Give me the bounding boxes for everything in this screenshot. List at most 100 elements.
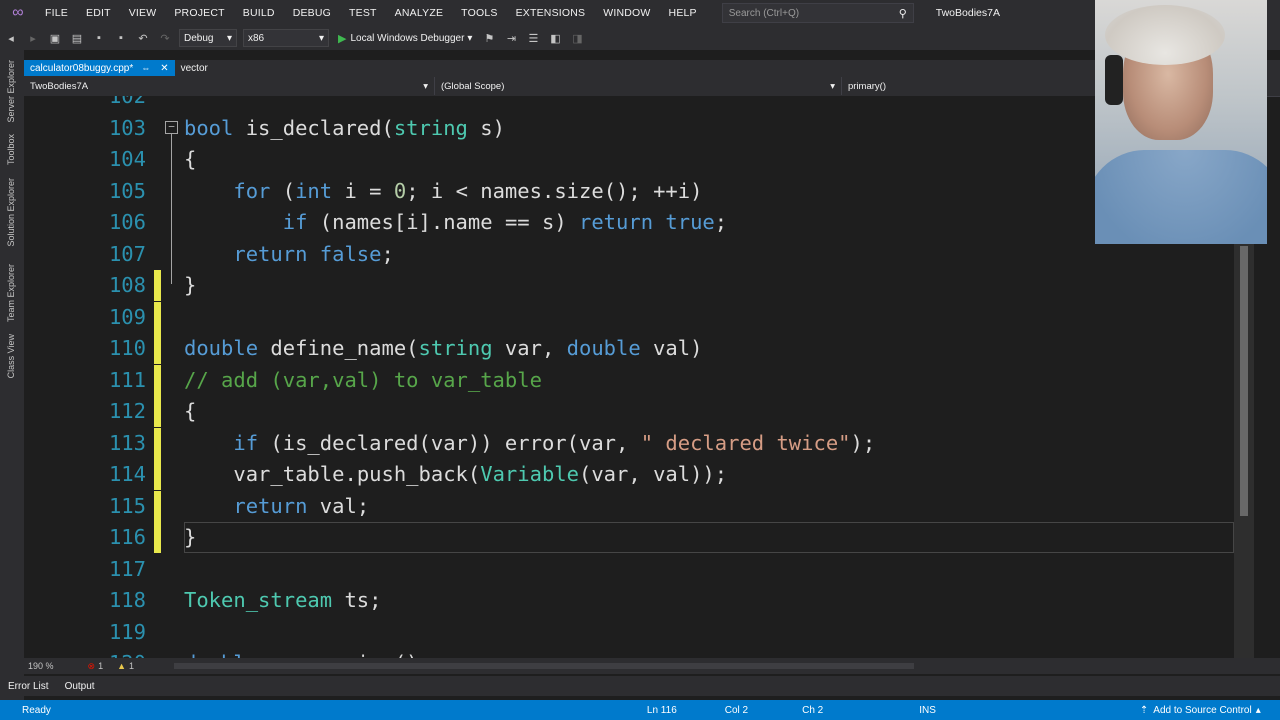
code-line[interactable]: 106 if (names[i].name == s) return true;: [24, 207, 1234, 238]
code-line[interactable]: 110 double define_name(string var, double…: [24, 333, 1234, 364]
toolbox-tab[interactable]: Toolbox: [6, 134, 16, 165]
start-debugging-button[interactable]: ▶ Local Windows Debugger ▾: [338, 32, 472, 45]
project-dropdown[interactable]: TwoBodies7A ▾: [24, 77, 435, 95]
menu-debug[interactable]: DEBUG: [284, 7, 340, 19]
bottom-panel-tabs: Error List Output: [0, 676, 1280, 696]
warning-icon: ▲: [117, 661, 127, 671]
zoom-level[interactable]: 190 %: [28, 661, 54, 671]
code-line[interactable]: 103− bool is_declared(string s): [24, 113, 1234, 144]
menu-window[interactable]: WINDOW: [594, 7, 659, 19]
scrollbar-thumb[interactable]: [1240, 246, 1248, 516]
tab-error-list[interactable]: Error List: [0, 681, 57, 692]
pin-icon[interactable]: ⇔: [141, 63, 150, 73]
line-number: 103: [108, 115, 146, 140]
diagnostic-tools-icon[interactable]: ⚑: [478, 28, 500, 48]
horizontal-scrollbar[interactable]: [174, 663, 915, 669]
headset-icon: [1105, 55, 1123, 105]
navigate-forward-icon[interactable]: ▸: [22, 28, 44, 48]
align-icon[interactable]: ☰: [522, 28, 544, 48]
code-line[interactable]: 108}: [24, 270, 1234, 301]
solution-platform-select[interactable]: x86 ▾: [243, 29, 329, 47]
code-line[interactable]: 113 if (is_declared(var)) error(var, " d…: [24, 427, 1234, 459]
line-number: 105: [108, 178, 146, 203]
tab-vector[interactable]: vector: [175, 60, 214, 76]
menu-test[interactable]: TEST: [340, 7, 386, 19]
add-to-source-control-button[interactable]: Add to Source Control: [1153, 705, 1251, 716]
presenter-hair: [1105, 5, 1225, 65]
code-text: }: [184, 525, 197, 549]
code-line[interactable]: 119: [24, 617, 1234, 648]
menu-edit[interactable]: EDIT: [77, 7, 120, 19]
menu-file[interactable]: FILE: [36, 7, 77, 19]
change-marker: [154, 396, 161, 427]
member-value: primary(): [848, 80, 886, 92]
scope-dropdown[interactable]: (Global Scope) ▾: [435, 77, 842, 95]
menu-analyze[interactable]: ANALYZE: [386, 7, 452, 19]
menu-project[interactable]: PROJECT: [165, 7, 233, 19]
code-line[interactable]: 116}: [24, 522, 1234, 553]
server-explorer-tab[interactable]: Server Explorer: [6, 60, 16, 123]
standard-toolbar: ◂ ▸ ▣ ▤ ▪ ▪ ↶ ↷ Debug ▾ x86 ▾ ▶ Local Wi…: [0, 26, 1280, 50]
close-icon[interactable]: ✕: [160, 63, 168, 74]
menu-build[interactable]: BUILD: [234, 7, 284, 19]
code-line[interactable]: 118 Token_stream ts;: [24, 585, 1234, 616]
new-project-icon[interactable]: ▣: [44, 28, 66, 48]
platform-value: x86: [248, 32, 265, 44]
change-marker: [154, 522, 161, 553]
navigate-back-icon[interactable]: ◂: [0, 28, 22, 48]
undo-icon[interactable]: ↶: [132, 28, 154, 48]
quick-launch-search[interactable]: Search (Ctrl+Q) ⚲: [721, 3, 914, 23]
solution-configuration-select[interactable]: Debug ▾: [179, 29, 237, 47]
code-line[interactable]: 111 // add (var,val) to var_table: [24, 364, 1234, 396]
code-text: bool is_declared(string s): [184, 115, 505, 140]
status-col: Col 2: [724, 704, 749, 716]
error-count[interactable]: 1: [98, 661, 103, 671]
code-text: {: [184, 147, 197, 171]
tab-label: vector: [180, 62, 208, 74]
code-line[interactable]: 112 {: [24, 396, 1234, 427]
chevron-down-icon: ▾: [318, 32, 324, 44]
open-file-icon[interactable]: ▤: [66, 28, 88, 48]
line-number: 102: [108, 96, 146, 108]
menu-tools[interactable]: TOOLS: [452, 7, 506, 19]
bookmark-icon[interactable]: ◧: [544, 28, 566, 48]
code-line[interactable]: 114 var_table.push_back(Variable(var, va…: [24, 459, 1234, 490]
team-explorer-tab[interactable]: Team Explorer: [6, 264, 16, 322]
save-all-icon[interactable]: ▪: [110, 28, 132, 48]
line-number: 119: [108, 619, 146, 644]
solution-explorer-tab[interactable]: Solution Explorer: [6, 178, 16, 247]
tab-output[interactable]: Output: [57, 681, 103, 692]
code-line[interactable]: 104 {: [24, 144, 1234, 175]
chevron-down-icon: ▾: [423, 80, 428, 92]
menu-extensions[interactable]: EXTENSIONS: [507, 7, 595, 19]
change-marker: [154, 364, 161, 396]
code-line[interactable]: 109: [24, 301, 1234, 333]
code-line[interactable]: 107 return false;: [24, 239, 1234, 270]
webcam-overlay: [1095, 0, 1267, 244]
code-editor[interactable]: 102 103− bool is_declared(string s) 104 {105…: [24, 96, 1234, 658]
run-label: Local Windows Debugger: [350, 32, 465, 44]
tab-calculator08buggy[interactable]: calculator08buggy.cpp* ⇔ ✕: [24, 60, 175, 76]
class-view-tab[interactable]: Class View: [6, 334, 16, 378]
warning-count[interactable]: 1: [129, 661, 134, 671]
redo-icon[interactable]: ↷: [154, 28, 176, 48]
save-icon[interactable]: ▪: [88, 28, 110, 48]
code-line[interactable]: 102: [24, 96, 1234, 112]
line-number: 115: [108, 493, 146, 518]
editor-bottom-bar: 190 % ⊗ 1 ▲ 1: [24, 658, 1280, 674]
code-line[interactable]: 117: [24, 554, 1234, 585]
bookmark-next-icon[interactable]: ◨: [566, 28, 588, 48]
menu-help[interactable]: HELP: [660, 7, 706, 19]
code-text: double define_name(string var, double va…: [184, 336, 703, 360]
chevron-up-icon: ▴: [1255, 704, 1261, 716]
code-line[interactable]: 120 double expression();: [24, 648, 1234, 658]
menu-view[interactable]: VIEW: [120, 7, 166, 19]
code-text: for (int i = 0; i < names.size(); ++i): [233, 178, 703, 203]
code-line[interactable]: 105 for (int i = 0; i < names.size(); ++…: [24, 176, 1234, 207]
code-line[interactable]: 115 return val;: [24, 490, 1234, 522]
code-text: if (is_declared(var)) error(var, " decla…: [233, 430, 876, 455]
status-ch: Ch 2: [802, 704, 824, 716]
step-icon[interactable]: ⇥: [500, 28, 522, 48]
line-number: 116: [108, 525, 146, 549]
status-line: Ln 116: [646, 704, 677, 716]
